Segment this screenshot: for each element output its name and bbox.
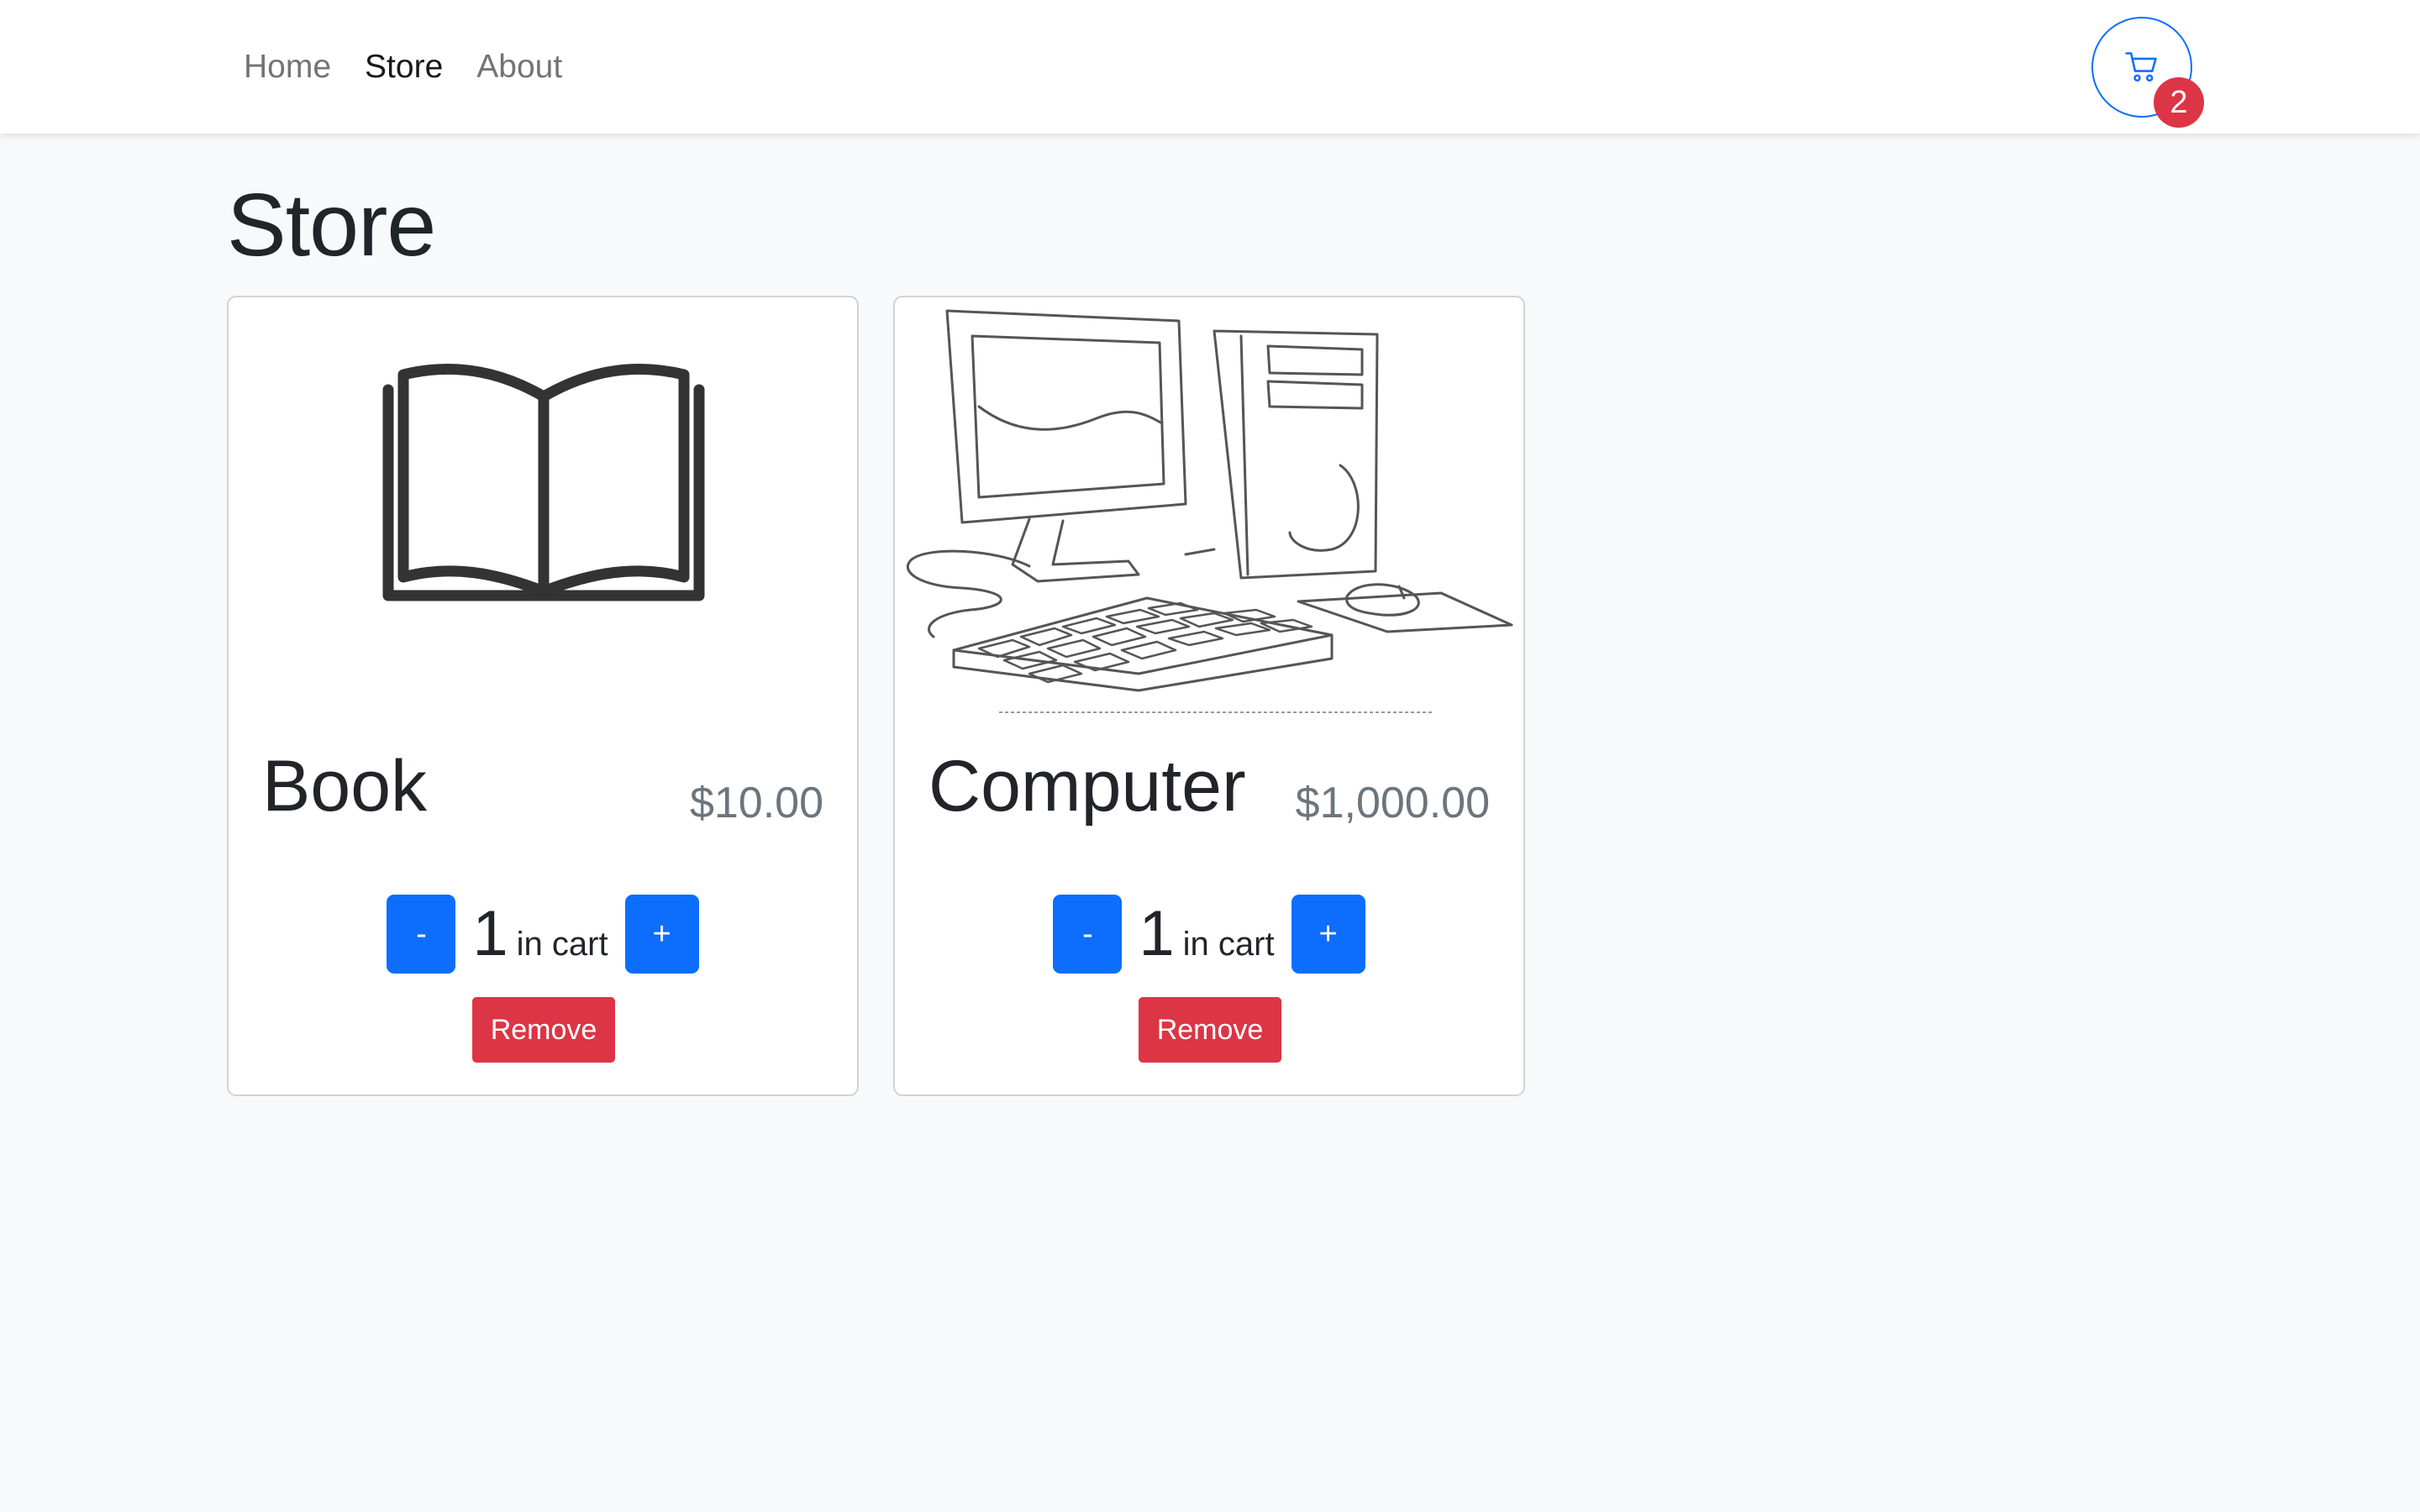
quantity-display: 1 in cart	[472, 896, 608, 972]
increment-button[interactable]: +	[624, 895, 699, 974]
product-card-computer: Computer $1,000.00 - 1 in cart + Remove	[893, 296, 1525, 1096]
quantity-value: 1	[472, 898, 508, 969]
remove-button[interactable]: Remove	[472, 997, 615, 1063]
increment-button[interactable]: +	[1291, 895, 1365, 974]
quantity-control: - 1 in cart +	[229, 895, 857, 974]
product-price: $10.00	[689, 779, 823, 827]
product-name: Computer	[929, 746, 1246, 827]
open-book-icon	[382, 363, 705, 601]
quantity-control: - 1 in cart +	[895, 895, 1523, 974]
product-image-book	[229, 297, 857, 721]
cart-icon	[2125, 52, 2157, 82]
quantity-label: in cart	[516, 926, 608, 963]
decrement-button[interactable]: -	[1053, 895, 1123, 974]
product-name: Book	[262, 746, 428, 827]
remove-button[interactable]: Remove	[1139, 997, 1281, 1063]
page-title: Store	[227, 176, 436, 275]
nav-link-store[interactable]: Store	[365, 44, 443, 91]
cart-count-badge: 2	[2154, 77, 2204, 128]
quantity-value: 1	[1139, 898, 1175, 969]
quantity-display: 1 in cart	[1139, 896, 1274, 972]
nav-link-home[interactable]: Home	[244, 44, 331, 91]
quantity-label: in cart	[1182, 926, 1275, 963]
product-price: $1,000.00	[1295, 779, 1490, 827]
product-card-book: Book $10.00 - 1 in cart + Remove	[227, 296, 859, 1096]
nav-link-about[interactable]: About	[476, 44, 562, 91]
desktop-computer-icon	[906, 309, 1513, 713]
product-image-computer	[895, 297, 1523, 721]
nav-links: Home Store About	[244, 44, 562, 91]
top-navbar: Home Store About	[0, 0, 2420, 134]
decrement-button[interactable]: -	[387, 895, 456, 974]
